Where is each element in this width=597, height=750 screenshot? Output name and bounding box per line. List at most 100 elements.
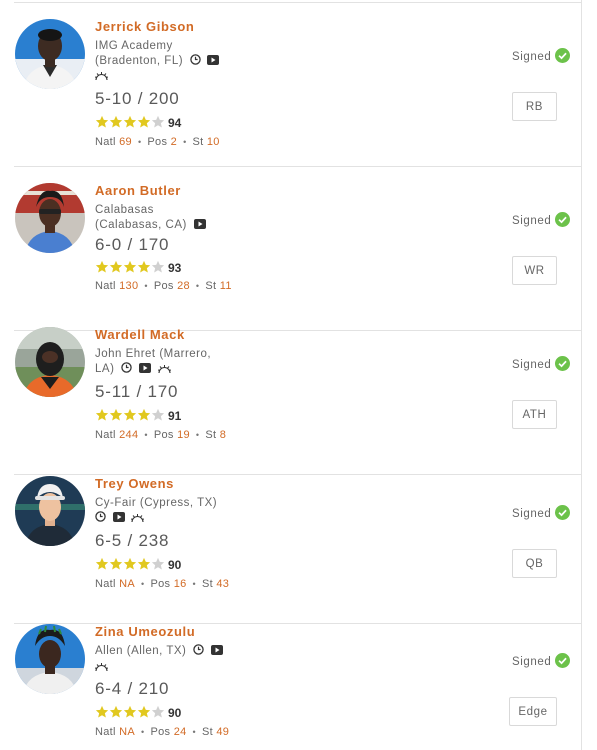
star-filled-icon (109, 705, 123, 724)
star-filled-icon (95, 408, 109, 427)
star-rating (95, 408, 165, 422)
player-school: Allen (Allen, TX) (94, 644, 245, 676)
separator-dot: • (195, 281, 200, 291)
player-avatar[interactable] (15, 19, 85, 89)
state-rank[interactable]: 43 (216, 578, 229, 590)
star-filled-icon (109, 408, 123, 427)
recruit-row: Trey Owens Cy-Fair (Cypress, TX) 6-5 / 2… (0, 460, 582, 624)
pos-rank[interactable]: 2 (171, 136, 177, 148)
pos-label: Pos (150, 726, 171, 738)
natl-label: Natl (95, 429, 116, 441)
star-rating (95, 557, 165, 571)
natl-label: Natl (95, 726, 116, 738)
player-ranks: Natl 130 • Pos 28 • St 11 (95, 280, 232, 292)
recruit-row: Jerrick Gibson IMG Academy (Bradenton, F… (0, 3, 582, 167)
separator-dot: • (141, 579, 145, 589)
player-ranks: Natl NA • Pos 16 • St 43 (95, 578, 229, 590)
star-rating (95, 260, 165, 274)
star-filled-icon (109, 260, 123, 279)
school-line-1: Cy-Fair (Cypress, TX) (95, 497, 218, 509)
pos-rank[interactable]: 28 (177, 280, 190, 292)
star-filled-icon (95, 115, 109, 134)
pos-label: Pos (150, 578, 171, 590)
check-circle-icon (555, 48, 571, 66)
clock-icon[interactable] (95, 510, 106, 527)
recruit-row: Wardell Mack John Ehret (Marrero, LA) 5-… (0, 311, 582, 475)
player-rating: 90 (168, 706, 182, 720)
star-filled-icon (95, 705, 109, 724)
signing-status: Signed (512, 356, 571, 374)
st-label: St (201, 578, 213, 590)
video-icon[interactable] (138, 362, 151, 378)
separator-dot: • (192, 727, 196, 737)
position-badge[interactable]: ATH (512, 400, 557, 429)
player-school: IMG Academy (Bradenton, FL) (94, 39, 235, 85)
star-filled-icon (123, 115, 137, 134)
player-avatar[interactable] (15, 476, 85, 546)
video-icon[interactable] (193, 218, 206, 234)
school-line-2: (Bradenton, FL) (95, 54, 184, 67)
natl-rank[interactable]: 244 (119, 429, 138, 441)
natl-rank[interactable]: 69 (119, 136, 132, 148)
player-ranks: Natl NA • Pos 24 • St 49 (95, 726, 229, 738)
star-rating (95, 115, 165, 129)
natl-label: Natl (95, 280, 116, 292)
separator-dot: • (141, 727, 145, 737)
state-rank[interactable]: 49 (216, 726, 229, 738)
height-weight: 6-4 / 210 (95, 679, 170, 698)
status-label: Signed (512, 51, 552, 63)
player-name[interactable]: Aaron Butler (95, 183, 181, 198)
state-rank[interactable]: 8 (220, 429, 226, 441)
player-name[interactable]: Trey Owens (95, 476, 174, 491)
player-rating: 91 (168, 409, 182, 423)
clock-icon[interactable] (190, 53, 201, 70)
st-label: St (205, 429, 217, 441)
state-rank[interactable]: 11 (220, 280, 232, 292)
star-filled-icon (95, 260, 109, 279)
player-name[interactable]: Jerrick Gibson (95, 19, 194, 34)
state-rank[interactable]: 10 (207, 136, 220, 148)
pos-label: Pos (153, 280, 174, 292)
position-badge[interactable]: QB (512, 549, 557, 578)
position-badge[interactable]: WR (512, 256, 557, 285)
separator-dot: • (144, 281, 148, 291)
school-line-1: Allen (Allen, TX) (95, 645, 187, 657)
clock-icon[interactable] (121, 361, 132, 378)
pos-rank[interactable]: 24 (174, 726, 187, 738)
player-name[interactable]: Wardell Mack (95, 327, 185, 342)
height-weight: 5-11 / 170 (95, 382, 179, 401)
video-icon[interactable] (210, 645, 223, 660)
player-school: John Ehret (Marrero, LA) (95, 347, 235, 377)
player-ranks: Natl 244 • Pos 19 • St 8 (95, 429, 226, 441)
player-rating: 93 (168, 261, 182, 275)
star-filled-icon (95, 557, 109, 576)
school-line-2: (Calabasas, CA) (95, 218, 187, 231)
clock-icon[interactable] (193, 644, 204, 660)
natl-label: Natl (95, 136, 116, 148)
sun-rays-icon[interactable] (94, 70, 109, 85)
position-badge[interactable]: Edge (509, 697, 557, 726)
check-circle-icon (555, 212, 571, 230)
player-avatar[interactable] (15, 327, 85, 397)
pos-rank[interactable]: 19 (177, 429, 190, 441)
star-filled-icon (137, 408, 151, 427)
star-empty-icon (151, 705, 165, 724)
natl-rank[interactable]: NA (119, 726, 135, 738)
player-rating: 94 (168, 116, 182, 130)
natl-rank[interactable]: NA (119, 578, 135, 590)
pos-rank[interactable]: 16 (174, 578, 187, 590)
video-icon[interactable] (112, 511, 125, 527)
sun-rays-icon[interactable] (157, 363, 171, 378)
position-badge[interactable]: RB (512, 92, 557, 121)
player-name[interactable]: Zina Umeozulu (95, 624, 195, 639)
star-filled-icon (109, 557, 123, 576)
st-label: St (201, 726, 213, 738)
recruit-row: Zina Umeozulu Allen (Allen, TX) 6-4 / 21… (0, 608, 582, 750)
video-icon[interactable] (207, 54, 220, 70)
star-filled-icon (137, 260, 151, 279)
player-avatar[interactable] (15, 624, 85, 694)
sun-rays-icon[interactable] (131, 512, 145, 527)
sun-rays-icon[interactable] (94, 661, 109, 676)
player-avatar[interactable] (15, 183, 85, 253)
natl-rank[interactable]: 130 (119, 280, 138, 292)
